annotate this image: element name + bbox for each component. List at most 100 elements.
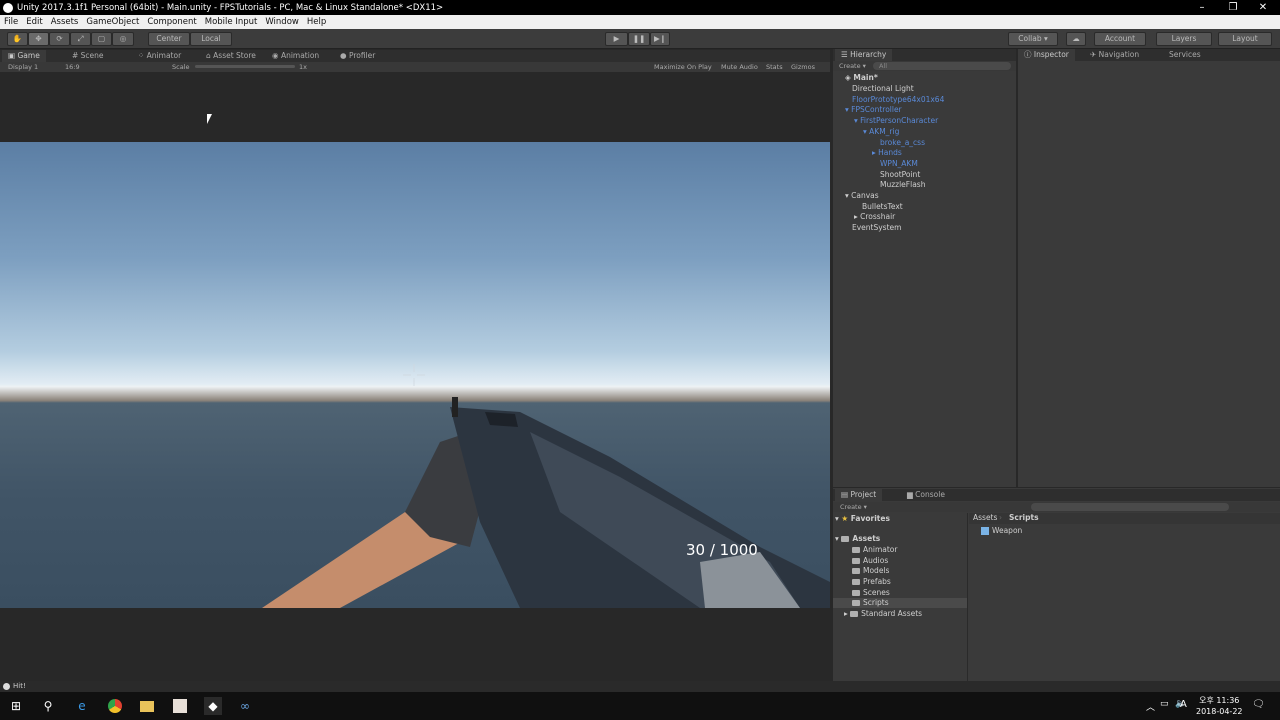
breadcrumb-root[interactable]: Assets	[973, 513, 997, 523]
tab-navigation-label: Navigation	[1098, 50, 1140, 59]
file-explorer-icon[interactable]	[138, 697, 156, 715]
folder-item[interactable]: Models	[852, 566, 889, 576]
project-search-input[interactable]	[1031, 503, 1229, 511]
account-dropdown[interactable]: Account	[1094, 32, 1146, 46]
notifications-icon[interactable]: 🗨	[1252, 699, 1265, 710]
network-icon[interactable]: ▭	[1160, 699, 1169, 709]
rect-tool-icon[interactable]: ▢	[91, 32, 112, 46]
hierarchy-item[interactable]: MuzzleFlash	[880, 180, 925, 190]
menu-file[interactable]: File	[0, 17, 22, 27]
folder-item[interactable]: Audios	[852, 556, 888, 566]
menu-component[interactable]: Component	[143, 17, 200, 27]
aspect-dropdown[interactable]: 16:9	[65, 62, 80, 72]
scale-tool-icon[interactable]: ⤢	[70, 32, 91, 46]
hierarchy-item[interactable]: ▾ Canvas	[845, 191, 879, 201]
hierarchy-item[interactable]: FloorPrototype64x01x64	[852, 95, 944, 105]
search-icon[interactable]: ⚲	[39, 697, 57, 715]
cloud-icon[interactable]: ☁	[1066, 32, 1086, 46]
tab-scene[interactable]: # Scene	[66, 50, 110, 62]
tab-animation[interactable]: ◉ Animation	[266, 50, 325, 62]
scene-root[interactable]: ◈ Main*	[845, 73, 878, 83]
hierarchy-item[interactable]: BulletsText	[862, 202, 903, 212]
tab-asset-store[interactable]: ⌂ Asset Store	[200, 50, 262, 62]
layers-dropdown[interactable]: Layers	[1156, 32, 1212, 46]
hierarchy-item[interactable]: Directional Light	[852, 84, 914, 94]
status-message[interactable]: Hit!	[13, 682, 26, 690]
menu-mobile-input[interactable]: Mobile Input	[201, 17, 262, 27]
hierarchy-create-button[interactable]: Create ▾	[839, 61, 866, 71]
hierarchy-search-input[interactable]: All	[873, 62, 1011, 70]
mute-audio-toggle[interactable]: Mute Audio	[721, 62, 758, 72]
chrome-icon[interactable]	[106, 697, 124, 715]
folder-item[interactable]: Scenes	[852, 588, 890, 598]
edge-browser-icon[interactable]: e	[73, 697, 91, 715]
favorites-node[interactable]: ▾ ★ Favorites	[835, 514, 890, 524]
rotate-tool-icon[interactable]: ⟳	[49, 32, 70, 46]
tab-navigation[interactable]: ✈ Navigation	[1084, 49, 1145, 61]
move-tool-icon[interactable]: ✥	[28, 32, 49, 46]
folder-icon	[852, 547, 860, 553]
play-button[interactable]: ▶	[605, 32, 628, 46]
tab-profiler[interactable]: ● Profiler	[334, 50, 381, 62]
collab-dropdown[interactable]: Collab ▾	[1008, 32, 1058, 46]
hierarchy-item-label: Canvas	[851, 191, 879, 200]
folder-item[interactable]: ▸ Standard Assets	[844, 609, 922, 619]
game-viewport[interactable]	[0, 142, 830, 608]
menu-help[interactable]: Help	[303, 17, 330, 27]
folder-icon	[850, 611, 859, 617]
tab-game[interactable]: ▣ Game	[2, 50, 46, 62]
hierarchy-item[interactable]: ▾ FPSController	[845, 105, 902, 115]
crosshair-icon	[403, 364, 425, 386]
step-button[interactable]: ▶❙	[650, 32, 670, 46]
clock[interactable]: 오후 11:36 2018-04-22	[1196, 695, 1243, 717]
layout-dropdown[interactable]: Layout	[1218, 32, 1272, 46]
app-icon[interactable]	[171, 697, 189, 715]
tab-scene-label: Scene	[80, 51, 104, 60]
maximize-button[interactable]: ❐	[1218, 0, 1248, 15]
folder-item[interactable]: Scripts	[852, 598, 889, 608]
menu-assets[interactable]: Assets	[47, 17, 83, 27]
windows-start-icon[interactable]: ⊞	[7, 697, 25, 715]
tab-hierarchy[interactable]: ☰ Hierarchy	[835, 49, 893, 61]
tab-animator[interactable]: ⁘ Animator	[132, 50, 187, 62]
hierarchy-item[interactable]: WPN_AKM	[880, 159, 918, 169]
favorites-label: Favorites	[850, 514, 890, 523]
menu-edit[interactable]: Edit	[22, 17, 46, 27]
display-dropdown[interactable]: Display 1	[8, 62, 38, 72]
tray-chevron-icon[interactable]: ︿	[1146, 700, 1155, 713]
pause-button[interactable]: ❚❚	[628, 32, 650, 46]
hierarchy-item[interactable]: ▾ AKM_rig	[863, 127, 899, 137]
pivot-local-button[interactable]: Local	[190, 32, 232, 46]
maximize-on-play-toggle[interactable]: Maximize On Play	[654, 62, 712, 72]
hierarchy-item[interactable]: ▾ FirstPersonCharacter	[854, 116, 938, 126]
close-button[interactable]: ✕	[1248, 0, 1278, 15]
tab-console[interactable]: ▆ Console	[901, 489, 951, 501]
unity-taskbar-icon[interactable]: ◆	[204, 697, 222, 715]
hierarchy-item[interactable]: ▸ Hands	[872, 148, 902, 158]
tab-project[interactable]: ▤ Project	[835, 489, 883, 501]
tab-inspector[interactable]: ⓘ Inspector	[1018, 49, 1075, 61]
hierarchy-item[interactable]: EventSystem	[852, 223, 901, 233]
folder-item[interactable]: Animator	[852, 545, 897, 555]
ime-indicator[interactable]: A	[1180, 699, 1187, 710]
hierarchy-item[interactable]: broke_a_css	[880, 138, 925, 148]
tab-services[interactable]: Services	[1163, 49, 1207, 61]
pivot-center-button[interactable]: Center	[148, 32, 190, 46]
gizmos-dropdown[interactable]: Gizmos	[791, 62, 815, 72]
folder-item[interactable]: Prefabs	[852, 577, 891, 587]
hand-tool-icon[interactable]: ✋	[7, 32, 28, 46]
stats-toggle[interactable]: Stats	[766, 62, 783, 72]
visual-studio-icon[interactable]: ∞	[236, 697, 254, 715]
assets-node[interactable]: ▾ Assets	[835, 534, 880, 544]
asset-file[interactable]: Weapon	[981, 526, 1022, 536]
scale-slider[interactable]	[195, 65, 295, 68]
scale-label: Scale	[172, 63, 190, 71]
menu-gameobject[interactable]: GameObject	[82, 17, 143, 27]
hierarchy-item[interactable]: ▸ Crosshair	[854, 212, 895, 222]
hierarchy-item[interactable]: ShootPoint	[880, 170, 920, 180]
transform-tool-icon[interactable]: ◎	[112, 32, 134, 46]
project-create-button[interactable]: Create ▾	[840, 502, 867, 512]
minimize-button[interactable]: –	[1187, 0, 1217, 15]
breadcrumb-current[interactable]: Scripts	[1009, 513, 1039, 523]
menu-window[interactable]: Window	[261, 17, 303, 27]
